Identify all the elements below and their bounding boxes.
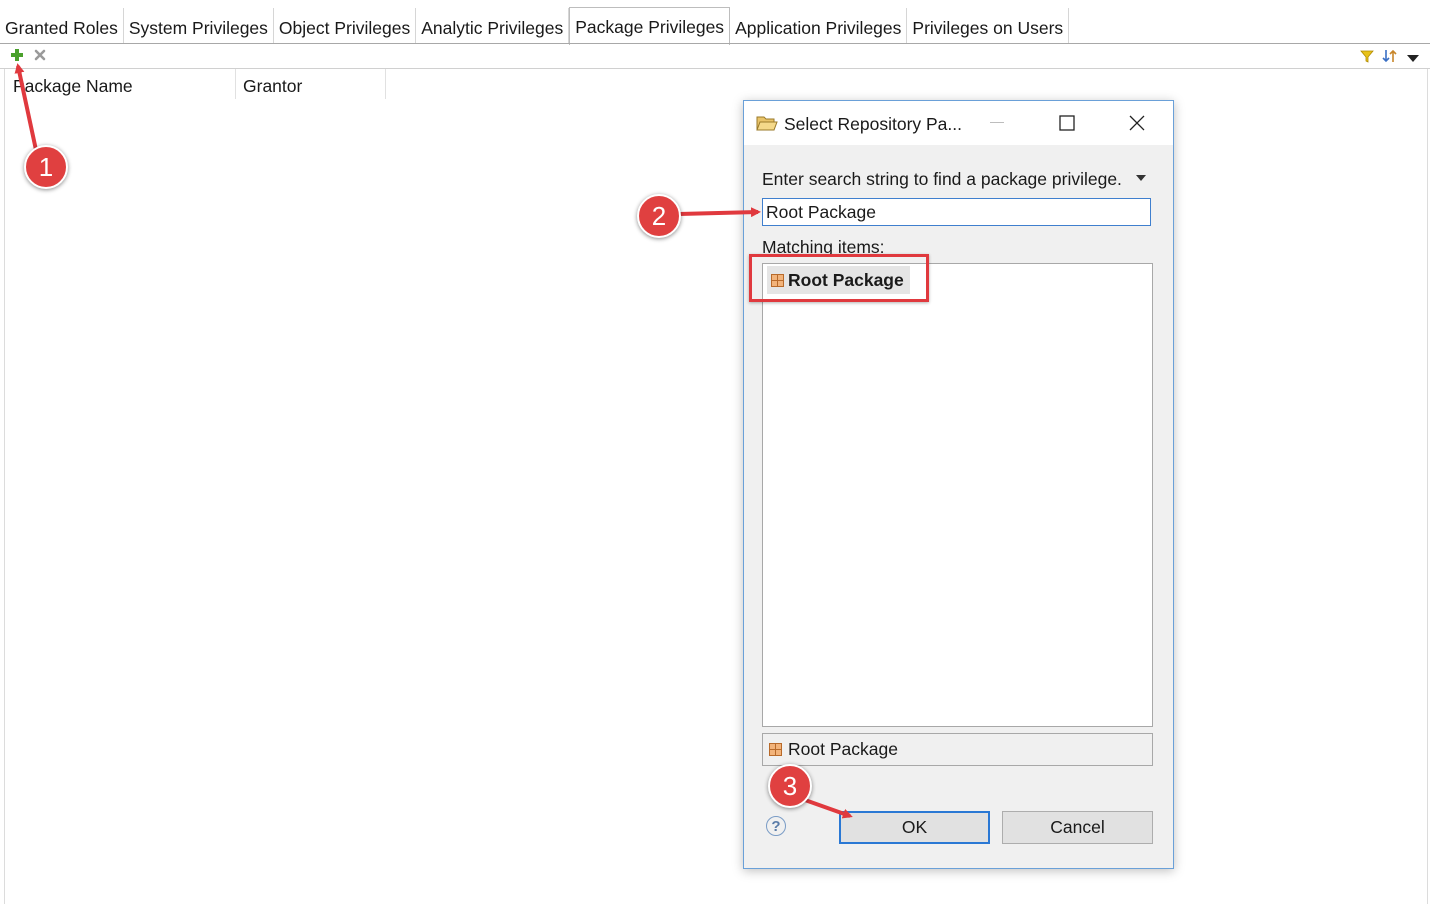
selected-item-status: Root Package <box>762 733 1153 766</box>
dialog-titlebar[interactable]: Select Repository Pa... <box>744 101 1173 145</box>
folder-open-icon <box>756 116 778 131</box>
cancel-button[interactable]: Cancel <box>1002 811 1153 844</box>
tab-strip-divider <box>0 43 1430 44</box>
minimize-button[interactable] <box>974 101 1020 145</box>
close-icon <box>1129 115 1145 131</box>
selected-item-label: Root Package <box>788 739 898 759</box>
ok-button[interactable]: OK <box>839 811 990 844</box>
view-menu-icon[interactable] <box>1406 48 1420 68</box>
tab-package-privileges[interactable]: Package Privileges <box>569 7 731 45</box>
callout-2: 2 <box>637 194 681 238</box>
prompt-dropdown-icon[interactable] <box>1136 175 1146 181</box>
column-header-grantor[interactable]: Grantor <box>235 69 386 99</box>
minimize-icon <box>990 122 1004 123</box>
filter-icon[interactable] <box>1360 48 1374 68</box>
remove-icon[interactable] <box>34 49 46 61</box>
package-icon <box>769 743 782 756</box>
search-prompt: Enter search string to find a package pr… <box>762 169 1122 189</box>
select-repository-package-dialog: Select Repository Pa... Enter search str… <box>743 100 1174 869</box>
tab-strip: Granted Roles System Privileges Object P… <box>0 7 1070 45</box>
sort-icon[interactable] <box>1382 48 1398 68</box>
tab-object-privileges[interactable]: Object Privileges <box>274 8 417 44</box>
add-icon[interactable] <box>10 48 24 62</box>
search-input[interactable] <box>762 198 1151 226</box>
highlight-box <box>749 254 929 302</box>
help-icon[interactable]: ? <box>766 816 786 836</box>
dialog-title: Select Repository Pa... <box>784 114 962 134</box>
tab-granted-roles[interactable]: Granted Roles <box>0 8 124 44</box>
column-header-package-name[interactable]: Package Name <box>5 69 236 99</box>
tab-system-privileges[interactable]: System Privileges <box>124 8 274 44</box>
close-button[interactable] <box>1114 101 1160 145</box>
matching-items-list[interactable]: Root Package <box>762 263 1153 727</box>
callout-3: 3 <box>768 764 812 808</box>
maximize-button[interactable] <box>1044 101 1090 145</box>
package-privileges-table: Package Name Grantor <box>4 69 1428 904</box>
tab-privileges-on-users[interactable]: Privileges on Users <box>907 8 1070 44</box>
callout-1: 1 <box>24 145 68 189</box>
tab-application-privileges[interactable]: Application Privileges <box>730 8 908 44</box>
maximize-icon <box>1059 115 1075 131</box>
tab-analytic-privileges[interactable]: Analytic Privileges <box>416 8 570 44</box>
toolbar-right <box>1360 48 1420 68</box>
matching-items-label: Matching items: <box>762 237 885 255</box>
